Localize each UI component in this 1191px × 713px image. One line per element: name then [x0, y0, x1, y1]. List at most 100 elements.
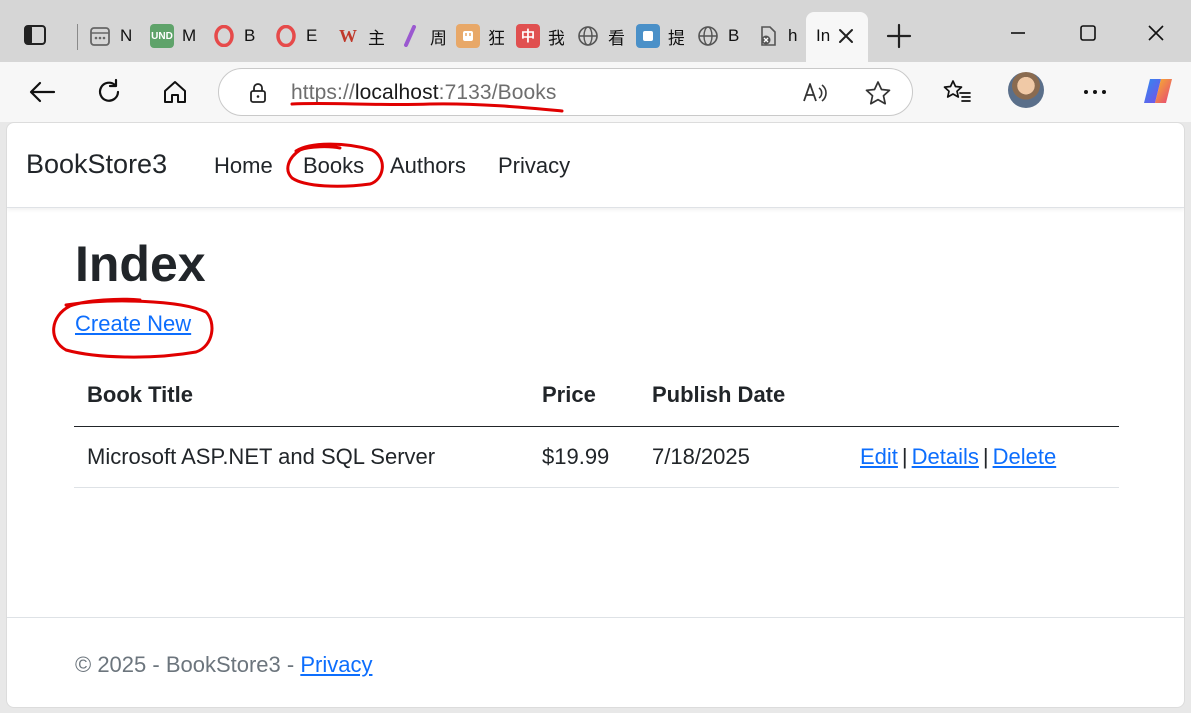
tab-title: N — [120, 26, 133, 45]
table-row: Microsoft ASP.NET and SQL Server $19.99 … — [74, 426, 1119, 488]
create-new-link[interactable]: Create New — [75, 311, 191, 337]
url-text[interactable]: https://localhost:7133/Books — [291, 81, 557, 105]
table-header-row: Book Title Price Publish Date — [74, 365, 1119, 427]
url-host: localhost — [354, 81, 439, 104]
site-navbar: BookStore3 Home Books Authors Privacy — [7, 123, 1184, 208]
ellipsis-icon — [1084, 90, 1106, 94]
nav-privacy[interactable]: Privacy — [498, 153, 570, 179]
url-scheme: https:// — [291, 81, 355, 104]
separator: | — [901, 443, 908, 469]
tab[interactable]: 看 — [576, 20, 624, 52]
tab-title: 主 — [368, 28, 384, 48]
broken-page-icon — [756, 24, 780, 48]
tab[interactable]: h — [756, 20, 804, 52]
tab[interactable]: B — [696, 20, 744, 52]
plug-icon — [456, 24, 480, 48]
tab[interactable]: 狂 — [456, 20, 504, 52]
close-icon — [1148, 25, 1164, 41]
tab-actions-button[interactable] — [22, 22, 48, 48]
cell-publish-date: 7/18/2025 — [639, 426, 834, 488]
copilot-icon[interactable] — [1141, 75, 1175, 107]
cell-price: $19.99 — [529, 426, 639, 488]
minimize-button[interactable] — [996, 16, 1040, 50]
und-icon: UND — [150, 24, 174, 48]
details-link[interactable]: Details — [912, 444, 979, 469]
site-brand[interactable]: BookStore3 — [26, 149, 167, 180]
browser-toolbar: https://localhost:7133/Books — [0, 62, 1191, 122]
opera-icon — [212, 24, 236, 48]
tab[interactable]: W 主 — [336, 20, 384, 52]
edit-link[interactable]: Edit — [860, 444, 898, 469]
tab-title: M — [182, 26, 197, 45]
globe-icon — [696, 24, 720, 48]
site-footer: © 2025 - BookStore3 - Privacy — [7, 617, 1184, 707]
add-favorite-star-icon[interactable] — [863, 79, 893, 107]
tab[interactable]: 中 我 — [516, 20, 564, 52]
cell-actions: Edit | Details | Delete — [834, 426, 1119, 488]
nav-home[interactable]: Home — [214, 153, 273, 179]
close-window-button[interactable] — [1134, 16, 1178, 50]
address-bar[interactable]: https://localhost:7133/Books — [218, 68, 913, 116]
tab-separator — [77, 24, 78, 50]
cell-book-title: Microsoft ASP.NET and SQL Server — [74, 426, 529, 488]
footer-privacy-link[interactable]: Privacy — [300, 652, 372, 677]
books-table: Book Title Price Publish Date Microsoft … — [74, 365, 1119, 488]
delete-link[interactable]: Delete — [993, 444, 1057, 469]
tab-title: 提 — [668, 28, 684, 48]
plus-icon — [886, 23, 912, 49]
nav-authors[interactable]: Authors — [390, 153, 466, 179]
globe-icon — [576, 24, 600, 48]
tab[interactable]: N — [88, 20, 136, 52]
more-options-button[interactable] — [1075, 74, 1115, 110]
page-icon — [636, 24, 660, 48]
separator: | — [982, 443, 989, 469]
refresh-icon — [98, 78, 120, 102]
tab-title: 我 — [548, 28, 564, 48]
calendar-icon — [88, 24, 112, 48]
active-tab[interactable]: In — [806, 12, 868, 62]
maximize-button[interactable] — [1066, 16, 1110, 50]
close-tab-icon[interactable] — [834, 24, 858, 48]
tab-strip: N UND M B E W 主 周 狂 中 我 看 提 B h In — [0, 0, 1191, 62]
refresh-button[interactable] — [89, 74, 129, 110]
tab[interactable]: E — [274, 20, 322, 52]
tab-title: h — [788, 26, 798, 45]
new-tab-button[interactable] — [885, 22, 913, 50]
back-button[interactable] — [22, 74, 62, 110]
minimize-icon — [1011, 32, 1025, 34]
tab-title: In — [816, 26, 831, 45]
header-book-title: Book Title — [74, 365, 529, 427]
home-button[interactable] — [155, 74, 195, 110]
tab[interactable]: 周 — [398, 20, 446, 52]
avatar[interactable] — [1008, 72, 1044, 108]
tab-title: 看 — [608, 28, 624, 48]
home-icon — [164, 81, 186, 103]
back-arrow-icon — [29, 81, 56, 103]
favorites-button[interactable] — [937, 74, 977, 110]
lock-icon[interactable] — [247, 82, 269, 104]
tab-title: B — [244, 26, 256, 45]
nav-books[interactable]: Books — [303, 153, 364, 179]
tab[interactable]: UND M — [150, 20, 198, 52]
tab-title: 狂 — [488, 28, 504, 48]
url-path: :7133/Books — [438, 81, 557, 104]
header-publish-date: Publish Date — [639, 365, 834, 427]
tab[interactable]: 提 — [636, 20, 684, 52]
tab-actions-icon — [24, 25, 46, 45]
page-title: Index — [75, 236, 206, 292]
pen-icon — [398, 24, 422, 48]
header-actions — [834, 365, 1119, 427]
tab-title: 周 — [430, 28, 446, 48]
opera-icon — [274, 24, 298, 48]
page-viewport: BookStore3 Home Books Authors Privacy In… — [6, 122, 1185, 708]
maximize-icon — [1080, 25, 1096, 41]
footer-text: © 2025 - BookStore3 - Privacy — [75, 652, 372, 678]
favorites-icon — [943, 80, 971, 102]
tab-title: B — [728, 26, 740, 45]
tab-title: E — [306, 26, 318, 45]
footer-copyright: © 2025 - BookStore3 - — [75, 652, 301, 677]
w-icon: W — [339, 25, 357, 46]
zhong-icon: 中 — [516, 24, 540, 48]
tab[interactable]: B — [212, 20, 260, 52]
read-aloud-icon[interactable] — [801, 79, 831, 107]
